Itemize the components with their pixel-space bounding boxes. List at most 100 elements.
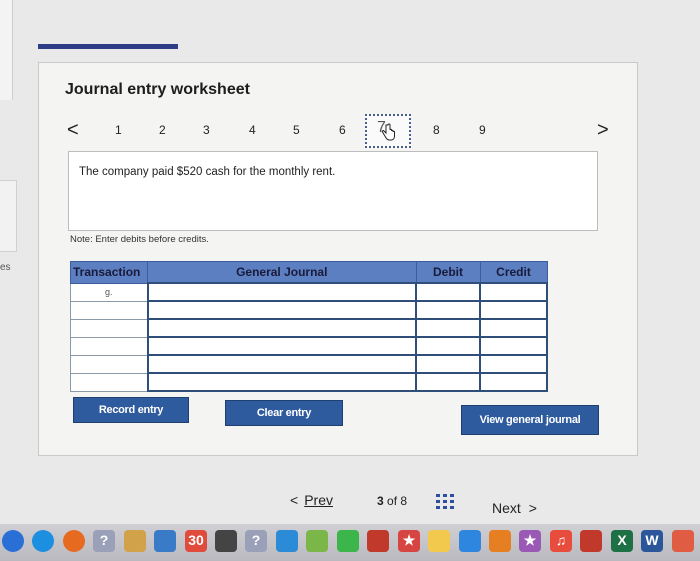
pager-page-4[interactable]: 4: [249, 123, 256, 137]
next-label: Next: [492, 500, 521, 516]
column-header-transaction: Transaction: [70, 261, 148, 284]
journal-entry-table: Transaction General Journal Debit Credit…: [70, 261, 548, 392]
transaction-description: The company paid $520 cash for the month…: [79, 166, 336, 178]
stickies-icon[interactable]: [428, 530, 450, 552]
star-icon-2-glyph: ★: [523, 532, 537, 548]
next-chevron-icon: >: [528, 500, 537, 516]
table-row: [70, 336, 548, 356]
account-input[interactable]: [146, 282, 417, 302]
table-row: g.: [70, 282, 548, 302]
column-header-debit: Debit: [415, 261, 481, 284]
firefox-icon[interactable]: [63, 530, 85, 552]
prev-label: Prev: [304, 492, 333, 508]
debit-input[interactable]: [415, 318, 481, 338]
credit-input[interactable]: [479, 372, 548, 392]
worksheet-pager: < 1 2 3 4 5 6 7 8 9 >: [63, 114, 623, 148]
app-icon-4[interactable]: [580, 530, 602, 552]
app-icon-3[interactable]: [459, 530, 481, 552]
help-icon[interactable]: ?: [93, 530, 115, 552]
progress-bar: [38, 44, 178, 49]
transaction-cell: [70, 372, 148, 392]
worksheet-title: Journal entry worksheet: [65, 81, 250, 98]
table-row: [70, 318, 548, 338]
pager-page-3[interactable]: 3: [203, 123, 210, 137]
preview-icon[interactable]: [154, 530, 176, 552]
transaction-description-box: The company paid $520 cash for the month…: [68, 151, 598, 231]
pager-page-1[interactable]: 1: [115, 123, 122, 137]
music-icon[interactable]: ♫: [550, 530, 572, 552]
safari-icon[interactable]: [32, 530, 54, 552]
finder-icon[interactable]: [2, 530, 24, 552]
help-icon-2[interactable]: ?: [245, 530, 267, 552]
account-input[interactable]: [146, 300, 417, 320]
star-icon-2[interactable]: ★: [519, 530, 541, 552]
account-input[interactable]: [146, 372, 417, 392]
excel-icon-glyph: X: [617, 532, 627, 548]
calendar-icon-glyph: 30: [188, 532, 204, 548]
pager-next-chevron-icon[interactable]: >: [597, 119, 609, 141]
entry-note: Note: Enter debits before credits.: [70, 234, 209, 245]
record-entry-button[interactable]: Record entry: [73, 397, 189, 423]
pager-page-6[interactable]: 6: [339, 123, 346, 137]
account-input[interactable]: [146, 354, 417, 374]
journal-header-row: Transaction General Journal Debit Credit: [70, 261, 548, 284]
notes-icon[interactable]: [215, 530, 237, 552]
app-icon-2[interactable]: [276, 530, 298, 552]
calendar-icon[interactable]: 30: [185, 530, 207, 552]
transaction-cell: [70, 336, 148, 356]
dock: ? 30? ★ ★ ♫ X W: [0, 524, 700, 561]
app-icon-5[interactable]: [672, 530, 694, 552]
photos-icon[interactable]: [306, 530, 328, 552]
table-row: [70, 354, 548, 374]
of-label: of: [387, 494, 398, 508]
side-label: es: [0, 262, 11, 273]
pager-current-page[interactable]: 7: [365, 114, 411, 148]
total-questions: 8: [400, 494, 408, 508]
debit-input[interactable]: [415, 372, 481, 392]
transaction-cell: g.: [70, 282, 148, 302]
column-header-general-journal: General Journal: [147, 261, 417, 284]
credit-input[interactable]: [479, 354, 548, 374]
credit-input[interactable]: [479, 318, 548, 338]
prev-button[interactable]: < Prev: [290, 492, 333, 508]
table-row: [70, 300, 548, 320]
music-icon-glyph: ♫: [555, 532, 567, 548]
photo-booth-icon[interactable]: [367, 530, 389, 552]
question-grid-icon[interactable]: [436, 494, 454, 510]
credit-input[interactable]: [479, 336, 548, 356]
pager-prev-chevron-icon[interactable]: <: [67, 119, 79, 141]
app-icon[interactable]: [124, 530, 146, 552]
current-question-number: 3: [377, 494, 384, 508]
debit-input[interactable]: [415, 282, 481, 302]
debit-input[interactable]: [415, 300, 481, 320]
transaction-cell: [70, 318, 148, 338]
account-input[interactable]: [146, 336, 417, 356]
star-icon-glyph: ★: [402, 532, 416, 548]
pager-page-8[interactable]: 8: [433, 123, 440, 137]
pager-page-5[interactable]: 5: [293, 123, 300, 137]
view-general-journal-button[interactable]: View general journal: [461, 405, 599, 435]
credit-input[interactable]: [479, 282, 548, 302]
word-icon-glyph: W: [645, 532, 659, 548]
credit-input[interactable]: [479, 300, 548, 320]
facetime-icon[interactable]: [337, 530, 359, 552]
debit-input[interactable]: [415, 336, 481, 356]
transaction-cell: [70, 300, 148, 320]
word-icon[interactable]: W: [641, 530, 663, 552]
clear-entry-button[interactable]: Clear entry: [225, 400, 343, 426]
pager-page-2[interactable]: 2: [159, 123, 166, 137]
table-row: [70, 372, 548, 392]
question-position: 3 of 8: [377, 494, 407, 508]
debit-input[interactable]: [415, 354, 481, 374]
hand-cursor-icon: [381, 123, 395, 141]
account-input[interactable]: [146, 318, 417, 338]
journal-entry-worksheet: Journal entry worksheet < 1 2 3 4 5 6 7 …: [38, 62, 638, 456]
excel-icon[interactable]: X: [611, 530, 633, 552]
next-button[interactable]: Next >: [492, 500, 537, 516]
pager-page-9[interactable]: 9: [479, 123, 486, 137]
star-icon[interactable]: ★: [398, 530, 420, 552]
background-panel: [0, 180, 17, 252]
column-header-credit: Credit: [479, 261, 548, 284]
background-window-edge: [0, 0, 13, 100]
photos-app-icon[interactable]: [489, 530, 511, 552]
